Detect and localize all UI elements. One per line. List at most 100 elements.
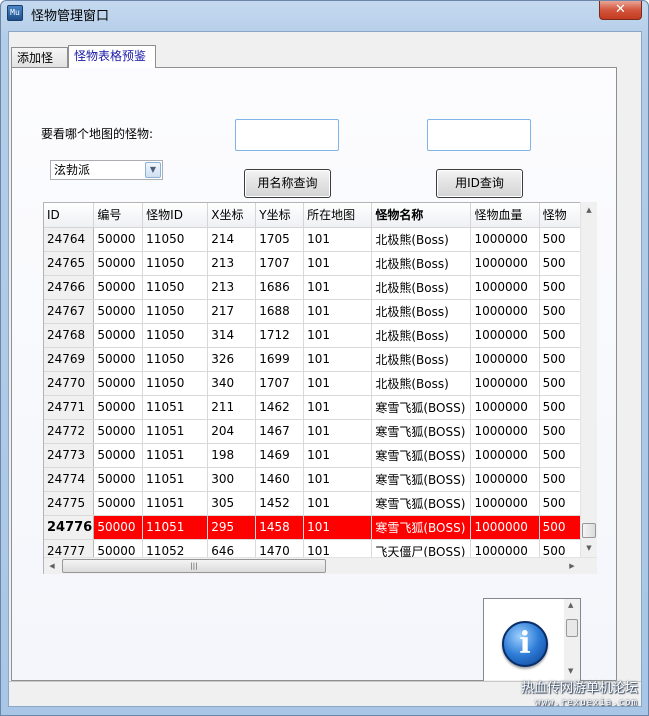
table-cell[interactable]: 101 [303, 515, 373, 540]
table-row[interactable]: 24769 50000 11050 326 1699 101 北极熊(Boss) 100000… [44, 347, 595, 372]
column-header[interactable]: Y坐标 [255, 203, 305, 228]
table-cell[interactable]: 1707 [255, 371, 305, 396]
table-cell[interactable]: 50000 [93, 347, 144, 372]
row-id-cell[interactable]: 24765 [44, 251, 95, 276]
row-id-cell[interactable]: 24774 [44, 467, 95, 492]
table-cell[interactable]: 50000 [93, 491, 144, 516]
table-cell[interactable]: 寒雪飞狐(BOSS) [371, 443, 472, 468]
table-cell[interactable]: 101 [303, 491, 373, 516]
column-header[interactable]: 怪物血量 [470, 203, 540, 228]
column-header[interactable]: 怪物名称 [371, 203, 472, 228]
table-cell[interactable]: 1458 [255, 515, 305, 540]
query-by-name-button[interactable]: 用名称查询 [244, 169, 331, 198]
table-cell[interactable]: 1000000 [470, 251, 540, 276]
table-cell[interactable]: 北极熊(Boss) [371, 227, 472, 252]
column-header[interactable]: 编号 [93, 203, 144, 228]
table-cell[interactable]: 340 [207, 371, 257, 396]
scroll-up-arrow-icon[interactable]: ▲ [568, 601, 573, 609]
table-cell[interactable]: 11051 [142, 443, 209, 468]
table-cell[interactable]: 寒雪飞狐(BOSS) [371, 491, 472, 516]
table-cell[interactable]: 101 [303, 419, 373, 444]
table-cell[interactable]: 101 [303, 395, 373, 420]
table-cell[interactable]: 1000000 [470, 227, 540, 252]
table-cell[interactable]: 11050 [142, 299, 209, 324]
table-cell[interactable]: 11050 [142, 347, 209, 372]
table-row[interactable]: 24767 50000 11050 217 1688 101 北极熊(Boss) 100000… [44, 299, 595, 324]
id-search-input[interactable] [427, 119, 531, 151]
row-id-cell[interactable]: 24776 [44, 515, 95, 540]
table-cell[interactable]: 1000000 [470, 419, 540, 444]
table-row[interactable]: 24765 50000 11050 213 1707 101 北极熊(Boss) 100000… [44, 251, 595, 276]
grid-vertical-scrollbar[interactable]: ▲ ▼ [580, 202, 597, 557]
tab-add-monster[interactable]: 添加怪物 [11, 47, 68, 85]
table-cell[interactable]: 50000 [93, 371, 144, 396]
table-cell[interactable]: 101 [303, 467, 373, 492]
table-row[interactable]: 24775 50000 11051 305 1452 101 寒雪飞狐(BOSS) 10000… [44, 491, 595, 516]
table-cell[interactable]: 寒雪飞狐(BOSS) [371, 419, 472, 444]
table-cell[interactable]: 北极熊(Boss) [371, 251, 472, 276]
table-cell[interactable]: 北极熊(Boss) [371, 323, 472, 348]
table-cell[interactable]: 300 [207, 467, 257, 492]
table-cell[interactable]: 50000 [93, 227, 144, 252]
row-id-cell[interactable]: 24766 [44, 275, 95, 300]
table-cell[interactable]: 1462 [255, 395, 305, 420]
table-cell[interactable]: 101 [303, 443, 373, 468]
table-cell[interactable]: 11051 [142, 467, 209, 492]
table-cell[interactable]: 314 [207, 323, 257, 348]
column-header[interactable]: ID [44, 203, 95, 228]
table-row[interactable]: 24764 50000 11050 214 1705 101 北极熊(Boss) 100000… [44, 227, 595, 252]
table-cell[interactable]: 北极熊(Boss) [371, 299, 472, 324]
table-cell[interactable]: 1469 [255, 443, 305, 468]
tab-monster-table-preview[interactable]: 怪物表格预鉴 [68, 45, 156, 68]
table-cell[interactable]: 11051 [142, 395, 209, 420]
name-search-input[interactable] [235, 119, 339, 151]
table-cell[interactable]: 1000000 [470, 515, 540, 540]
table-cell[interactable]: 213 [207, 275, 257, 300]
table-cell[interactable]: 295 [207, 515, 257, 540]
title-bar[interactable]: Mu 怪物管理窗口 ✕ [1, 1, 648, 25]
table-cell[interactable]: 213 [207, 251, 257, 276]
row-id-cell[interactable]: 24772 [44, 419, 95, 444]
scroll-down-arrow-icon[interactable]: ▼ [581, 540, 597, 557]
table-cell[interactable]: 101 [303, 251, 373, 276]
table-cell[interactable]: 50000 [93, 395, 144, 420]
table-cell[interactable]: 50000 [93, 467, 144, 492]
table-cell[interactable]: 北极熊(Boss) [371, 371, 472, 396]
scroll-thumb[interactable]: ||| [62, 559, 326, 573]
table-cell[interactable]: 1688 [255, 299, 305, 324]
row-id-cell[interactable]: 24768 [44, 323, 95, 348]
table-cell[interactable]: 1000000 [470, 299, 540, 324]
table-cell[interactable]: 305 [207, 491, 257, 516]
table-cell[interactable]: 1000000 [470, 491, 540, 516]
row-id-cell[interactable]: 24767 [44, 299, 95, 324]
table-cell[interactable]: 寒雪飞狐(BOSS) [371, 515, 472, 540]
grid-horizontal-scrollbar[interactable]: ◀ ||| ▶ [44, 557, 597, 574]
table-cell[interactable]: 1705 [255, 227, 305, 252]
row-id-cell[interactable]: 24770 [44, 371, 95, 396]
scroll-right-arrow-icon[interactable]: ▶ [564, 558, 580, 574]
table-cell[interactable]: 寒雪飞狐(BOSS) [371, 395, 472, 420]
scroll-thumb[interactable] [582, 523, 596, 538]
monster-data-grid[interactable]: ID 编号 怪物ID X坐标 Y坐标 所在地图 怪物名称 怪物血量 怪物 24764 50000 1… [43, 202, 596, 574]
table-cell[interactable]: 198 [207, 443, 257, 468]
table-cell[interactable]: 1460 [255, 467, 305, 492]
scroll-up-arrow-icon[interactable]: ▲ [581, 202, 597, 219]
row-id-cell[interactable]: 24775 [44, 491, 95, 516]
row-id-cell[interactable]: 24764 [44, 227, 95, 252]
table-cell[interactable]: 50000 [93, 515, 144, 540]
table-cell[interactable]: 50000 [93, 299, 144, 324]
scroll-left-arrow-icon[interactable]: ◀ [44, 558, 60, 574]
table-cell[interactable]: 1000000 [470, 467, 540, 492]
table-cell[interactable]: 11050 [142, 275, 209, 300]
chevron-down-icon[interactable]: ▼ [145, 162, 161, 178]
scroll-thumb[interactable] [566, 619, 578, 637]
query-by-id-button[interactable]: 用ID查询 [436, 169, 523, 198]
table-row[interactable]: 24768 50000 11050 314 1712 101 北极熊(Boss) 100000… [44, 323, 595, 348]
table-row[interactable]: 24776 50000 11051 295 1458 101 寒雪飞狐(BOSS) 10000… [44, 515, 595, 540]
row-id-cell[interactable]: 24771 [44, 395, 95, 420]
table-cell[interactable]: 204 [207, 419, 257, 444]
table-cell[interactable]: 101 [303, 347, 373, 372]
table-cell[interactable]: 11051 [142, 515, 209, 540]
table-cell[interactable]: 1467 [255, 419, 305, 444]
column-header[interactable]: 所在地图 [303, 203, 373, 228]
